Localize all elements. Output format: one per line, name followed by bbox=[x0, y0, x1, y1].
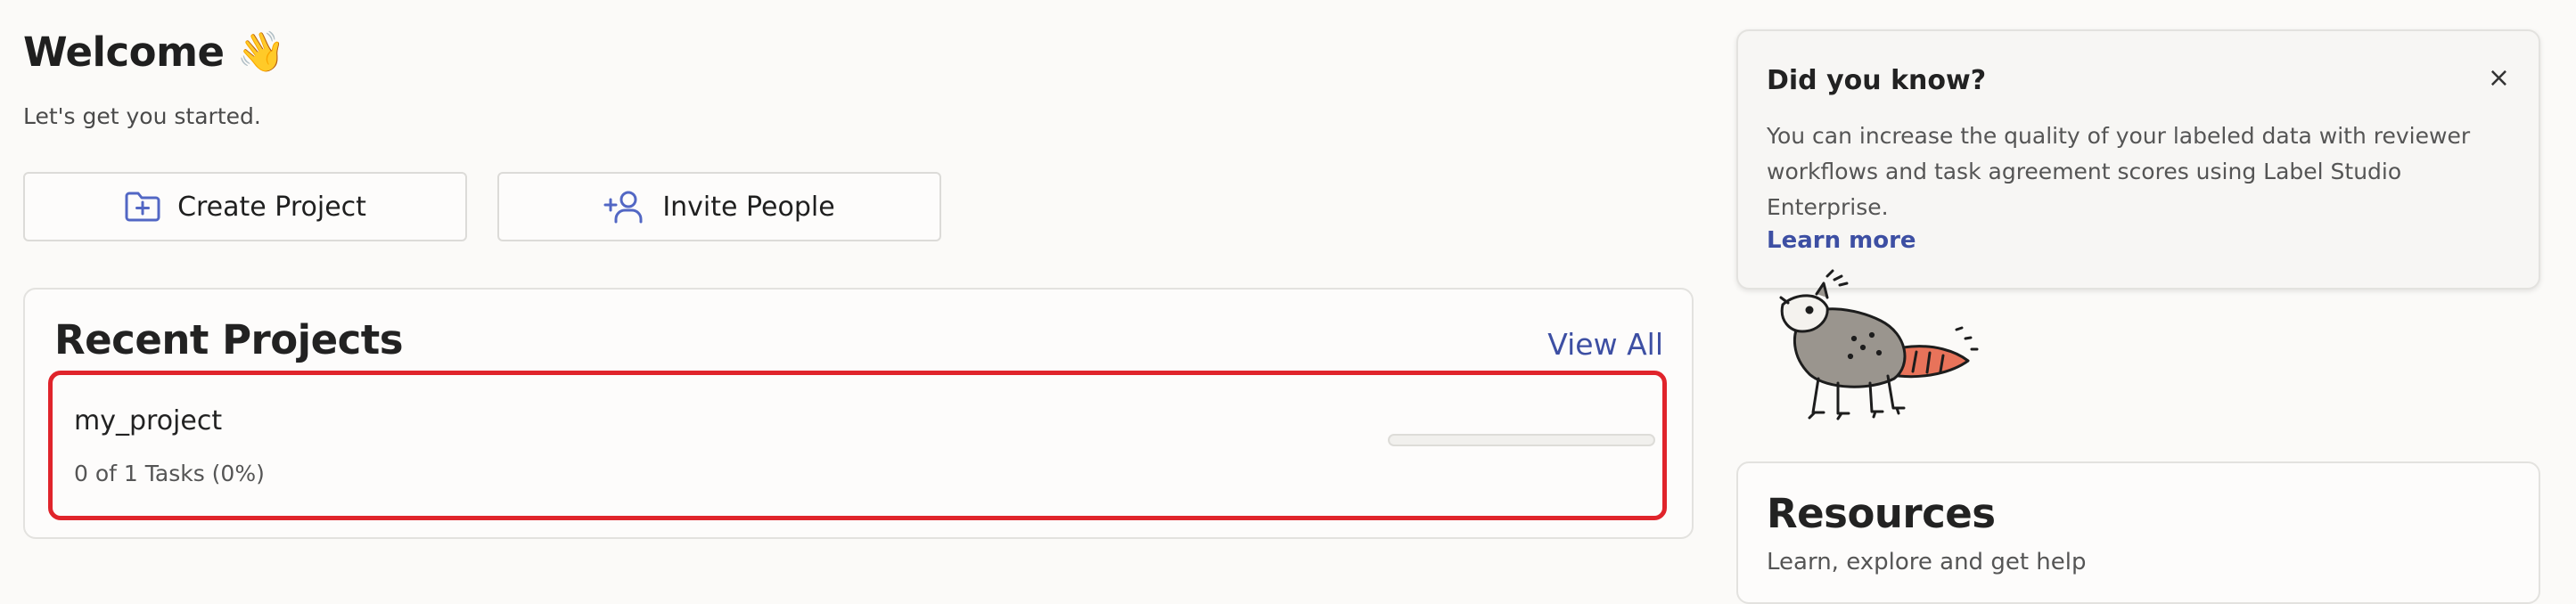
project-name: my_project bbox=[74, 405, 223, 437]
resources-title: Resources bbox=[1767, 490, 1996, 537]
resources-card: Resources Learn, explore and get help bbox=[1736, 461, 2540, 604]
view-all-link[interactable]: View All bbox=[1547, 327, 1663, 362]
close-icon[interactable]: × bbox=[2488, 65, 2510, 92]
welcome-title-text: Welcome bbox=[23, 29, 225, 76]
tip-body: You can increase the quality of your lab… bbox=[1767, 123, 2471, 220]
folder-plus-icon bbox=[124, 191, 161, 223]
did-you-know-card: Did you know? × You can increase the qua… bbox=[1736, 29, 2540, 290]
create-project-button[interactable]: Create Project bbox=[23, 172, 467, 241]
tip-title: Did you know? bbox=[1767, 65, 1987, 96]
invite-people-label: Invite People bbox=[662, 191, 835, 223]
welcome-subtitle: Let's get you started. bbox=[23, 103, 261, 129]
invite-people-button[interactable]: Invite People bbox=[497, 172, 941, 241]
opossum-mascot-icon bbox=[1765, 267, 1988, 431]
recent-projects-card: Recent Projects View All my_project 0 of… bbox=[23, 288, 1694, 539]
recent-projects-title: Recent Projects bbox=[54, 316, 404, 363]
waving-hand-icon: 👋 bbox=[236, 29, 285, 75]
learn-more-link[interactable]: Learn more bbox=[1767, 227, 1916, 254]
user-plus-icon bbox=[603, 190, 646, 224]
page-title: Welcome 👋 bbox=[23, 29, 285, 76]
create-project-label: Create Project bbox=[177, 191, 366, 223]
resources-subtitle: Learn, explore and get help bbox=[1767, 549, 2087, 575]
project-progress-bar bbox=[1388, 434, 1655, 446]
project-task-stats: 0 of 1 Tasks (0%) bbox=[74, 461, 265, 486]
project-row[interactable]: my_project 0 of 1 Tasks (0%) bbox=[48, 371, 1667, 520]
